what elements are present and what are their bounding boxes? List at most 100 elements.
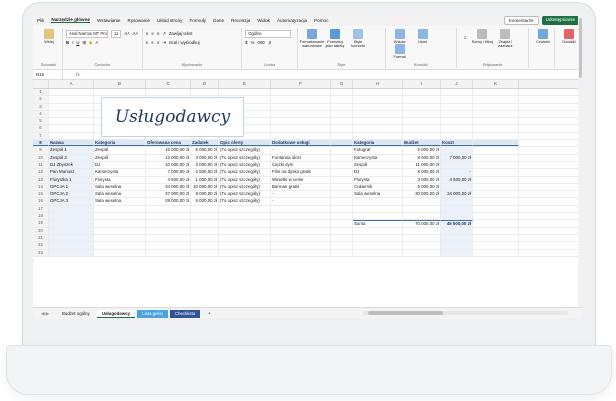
row-number[interactable]: 12 <box>33 169 49 176</box>
cell[interactable]: 29 000,00 zł <box>146 198 191 205</box>
percent-icon[interactable]: % <box>251 40 255 45</box>
cell[interactable] <box>146 234 191 242</box>
row-number[interactable]: 7 <box>33 132 49 140</box>
row-number[interactable]: 8 <box>33 140 49 147</box>
column-header[interactable]: E <box>219 80 271 88</box>
row-number[interactable]: 13 <box>33 176 49 183</box>
cell[interactable]: OPCJA 2 <box>49 191 94 198</box>
cell[interactable]: 7 000,00 zł <box>441 154 473 161</box>
cell[interactable]: 30 000,00 zł <box>403 191 441 198</box>
row-number[interactable]: 21 <box>33 234 49 242</box>
cell[interactable] <box>441 249 473 256</box>
cell[interactable] <box>271 103 331 110</box>
cell[interactable] <box>271 89 331 96</box>
format-table-button[interactable]: Formatuj jako tabelę <box>324 29 346 49</box>
prev-sheet-icon[interactable]: ◀ ▶ <box>33 311 57 317</box>
cell[interactable]: Oferowana cena <box>146 140 191 147</box>
row-number[interactable]: 11 <box>33 161 49 169</box>
fill-color-icon[interactable]: ◆ <box>89 40 92 46</box>
cell[interactable] <box>331 213 353 220</box>
cell[interactable] <box>473 213 519 220</box>
cell[interactable] <box>353 89 403 96</box>
menu-tab[interactable]: Narzędzie główne <box>51 17 90 23</box>
cell[interactable] <box>94 234 146 242</box>
cell[interactable] <box>271 249 331 256</box>
cell[interactable]: DJ Zbyszek <box>49 161 94 169</box>
wrap-text-button[interactable]: Zawijaj tekst <box>169 31 193 36</box>
cell[interactable] <box>94 89 146 96</box>
cell[interactable] <box>441 205 473 213</box>
cell[interactable]: Koszt <box>441 140 473 147</box>
cell[interactable] <box>473 118 519 125</box>
cell[interactable] <box>331 176 353 183</box>
row-number[interactable]: 17 <box>33 205 49 213</box>
cell[interactable] <box>353 242 403 249</box>
cell[interactable]: 3 000,00 zł <box>403 176 441 183</box>
cell[interactable] <box>191 227 219 234</box>
cell[interactable] <box>219 205 271 213</box>
cell[interactable]: (Tu opisz szczegóły) <box>219 183 271 191</box>
row-number[interactable]: 16 <box>33 198 49 205</box>
cell[interactable]: Dodatkowe usługi <box>271 140 331 147</box>
cell[interactable] <box>146 242 191 249</box>
cell[interactable]: 3 000,00 zł <box>191 161 219 169</box>
cell[interactable] <box>331 96 353 103</box>
cell[interactable] <box>441 103 473 110</box>
cell[interactable]: Kategoria <box>94 140 146 147</box>
cell[interactable] <box>403 125 441 132</box>
cell[interactable]: Fotograf <box>353 147 403 154</box>
cell[interactable]: Fontanna idcer <box>271 154 331 161</box>
cell[interactable] <box>473 198 519 205</box>
cell[interactable] <box>49 96 94 103</box>
conditional-format-button[interactable]: Formatowanie warunkowe <box>300 29 324 49</box>
cell[interactable] <box>331 132 353 140</box>
cell[interactable] <box>441 132 473 140</box>
cell[interactable] <box>219 249 271 256</box>
cell[interactable] <box>473 169 519 176</box>
cell[interactable] <box>353 249 403 256</box>
cell[interactable] <box>219 213 271 220</box>
cell[interactable] <box>191 89 219 96</box>
cell[interactable]: 34 000,00 zł <box>441 191 473 198</box>
row-number[interactable]: 23 <box>33 249 49 256</box>
cell[interactable] <box>331 161 353 169</box>
row-number[interactable]: 20 <box>33 227 49 234</box>
cell[interactable] <box>271 132 331 140</box>
cell[interactable] <box>441 125 473 132</box>
cell[interactable] <box>441 89 473 96</box>
shrink-font-icon[interactable]: A˅ <box>133 31 138 36</box>
menu-tab[interactable]: Wstawianie <box>97 18 121 23</box>
cell[interactable] <box>331 205 353 213</box>
cell[interactable] <box>353 96 403 103</box>
cell[interactable]: 8 000,00 zł <box>403 169 441 176</box>
cell[interactable] <box>441 234 473 242</box>
cell[interactable] <box>441 96 473 103</box>
autosum-button[interactable]: Σ <box>460 35 470 40</box>
cell[interactable] <box>403 249 441 256</box>
cell[interactable] <box>49 125 94 132</box>
cell[interactable] <box>473 242 519 249</box>
cell[interactable] <box>271 213 331 220</box>
cell[interactable]: 4 500,00 zł <box>441 176 473 183</box>
cell[interactable]: 70 000,00 zł <box>403 220 441 227</box>
add-sheet-icon[interactable]: + <box>202 311 217 316</box>
cell[interactable] <box>473 140 519 147</box>
cell[interactable]: OPCJA 1 <box>49 183 94 191</box>
cell[interactable] <box>473 132 519 140</box>
align-right-icon[interactable]: ≡ <box>157 40 160 45</box>
cell[interactable] <box>331 89 353 96</box>
cell[interactable] <box>473 220 519 227</box>
share-button[interactable]: Udostępnianie <box>541 16 579 25</box>
align-top-icon[interactable]: ≡ <box>146 31 149 36</box>
cell[interactable] <box>441 161 473 169</box>
cell[interactable] <box>49 213 94 220</box>
format-button[interactable]: Format <box>389 44 411 59</box>
cell[interactable] <box>331 154 353 161</box>
cell[interactable]: Barman gratis <box>271 183 331 191</box>
column-header[interactable]: K <box>473 80 519 88</box>
cell[interactable] <box>219 227 271 234</box>
cell-styles-button[interactable]: Style komórki <box>347 29 369 49</box>
cell[interactable] <box>271 205 331 213</box>
fx-icon[interactable]: fx <box>63 72 93 77</box>
cell[interactable] <box>353 118 403 125</box>
